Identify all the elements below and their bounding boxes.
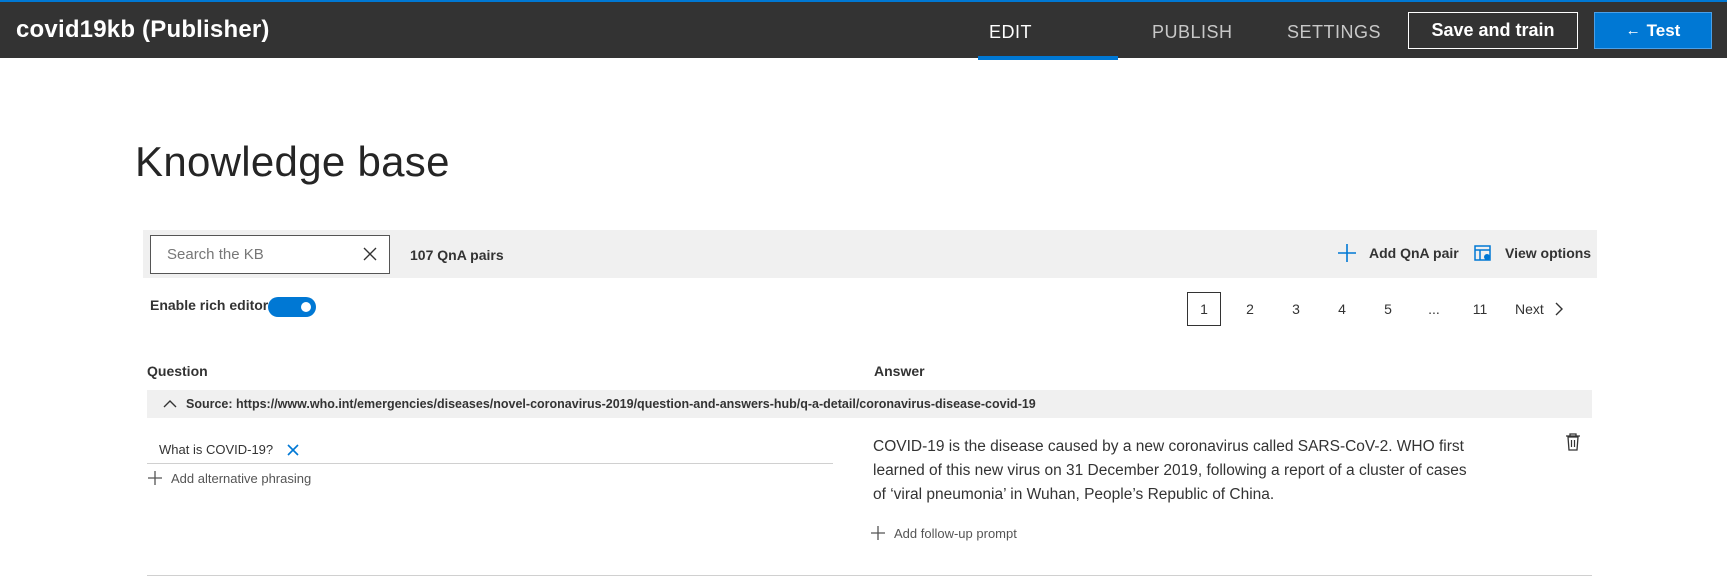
question-text[interactable]: What is COVID-19? <box>159 442 273 457</box>
toggle-knob <box>301 302 311 312</box>
question-chip: What is COVID-19? <box>159 442 299 457</box>
test-button-label: Test <box>1646 20 1681 40</box>
test-button[interactable]: ← Test <box>1594 12 1712 49</box>
app-title: covid19kb (Publisher) <box>16 16 270 43</box>
page-ellipsis: ... <box>1428 301 1440 317</box>
add-alternative-label: Add alternative phrasing <box>171 470 312 486</box>
answer-text[interactable]: COVID-19 is the disease caused by a new … <box>873 435 1473 507</box>
source-url: Source: https://www.who.int/emergencies/… <box>186 397 1036 411</box>
page-button[interactable]: 2 <box>1233 292 1267 326</box>
kb-toolbar: 107 QnA pairs Add QnA pair View options <box>143 230 1597 278</box>
row-divider <box>147 575 1592 576</box>
chevron-right-icon <box>1555 302 1563 316</box>
question-column-header: Question <box>147 363 208 379</box>
save-and-train-button[interactable]: Save and train <box>1408 12 1578 49</box>
close-icon[interactable] <box>287 443 299 456</box>
pagination: 1 2 3 4 5 ... 11 Next <box>1187 292 1564 326</box>
source-group-header: Source: https://www.who.int/emergencies/… <box>147 390 1592 418</box>
add-alternative-phrasing-button[interactable]: Add alternative phrasing <box>147 470 311 486</box>
close-icon[interactable] <box>363 247 377 261</box>
page-button[interactable]: 4 <box>1325 292 1359 326</box>
trash-icon[interactable] <box>1565 433 1581 451</box>
rich-editor-label: Enable rich editor <box>150 297 269 313</box>
page-button[interactable]: 3 <box>1279 292 1313 326</box>
chevron-up-icon[interactable] <box>162 396 178 412</box>
add-qna-pair-label: Add QnA pair <box>1369 245 1459 261</box>
qna-count: 107 QnA pairs <box>410 247 504 263</box>
view-options-icon <box>1474 245 1491 261</box>
plus-icon <box>871 526 885 540</box>
next-page-button[interactable]: Next <box>1515 301 1564 317</box>
add-follow-up-label: Add follow-up prompt <box>894 525 1017 541</box>
view-options-label: View options <box>1505 245 1592 261</box>
active-tab-indicator <box>978 56 1118 60</box>
tab-edit[interactable]: EDIT <box>989 22 1032 43</box>
search-input[interactable] <box>151 246 351 263</box>
add-follow-up-prompt-button[interactable]: Add follow-up prompt <box>870 525 1017 541</box>
answer-column-header: Answer <box>874 363 925 379</box>
page-title: Knowledge base <box>135 138 450 185</box>
page-button[interactable]: 5 <box>1371 292 1405 326</box>
search-box <box>150 235 390 274</box>
add-qna-pair-button[interactable]: Add QnA pair <box>1337 243 1459 263</box>
tab-settings[interactable]: SETTINGS <box>1287 22 1381 43</box>
question-divider <box>147 463 833 464</box>
plus-icon <box>1338 244 1356 262</box>
plus-icon <box>148 471 162 485</box>
page-button[interactable]: 1 <box>1187 292 1221 326</box>
arrow-left-icon: ← <box>1625 22 1641 39</box>
tab-publish[interactable]: PUBLISH <box>1152 22 1233 43</box>
view-options-button[interactable]: View options <box>1473 243 1591 263</box>
rich-editor-toggle[interactable] <box>268 297 316 317</box>
next-label: Next <box>1515 301 1544 317</box>
top-bar: covid19kb (Publisher) EDIT PUBLISH SETTI… <box>0 0 1727 60</box>
page-button[interactable]: 11 <box>1463 292 1497 326</box>
